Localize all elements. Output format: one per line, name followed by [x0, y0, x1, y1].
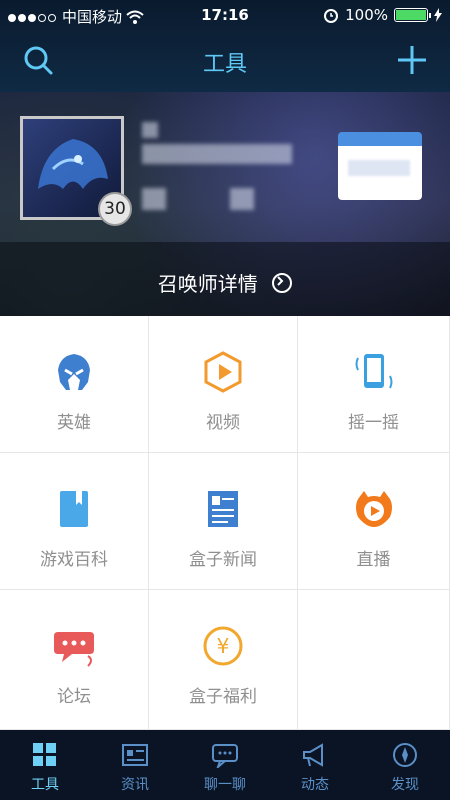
tool-live[interactable]: 直播	[298, 453, 450, 590]
tool-hero[interactable]: 英雄	[0, 316, 149, 453]
tab-discover[interactable]: 发现	[360, 730, 450, 800]
live-stream-icon	[355, 491, 392, 527]
summoner-stats-redacted	[142, 188, 166, 210]
summoner-info-redacted	[142, 144, 292, 164]
tool-label: 英雄	[57, 413, 91, 433]
summoner-name-redacted	[142, 122, 158, 138]
tool-label: 视频	[206, 413, 240, 433]
status-bar: 中国移动 17:16 100%	[0, 0, 450, 30]
profile-card-icon[interactable]	[338, 132, 422, 200]
tool-forum[interactable]: 论坛	[0, 590, 149, 730]
level-badge: 30	[98, 192, 132, 226]
tab-label: 工具	[31, 777, 59, 793]
tool-empty-cell	[298, 590, 450, 730]
plus-icon[interactable]	[396, 44, 428, 76]
forum-chat-icon	[54, 632, 94, 667]
tool-shake[interactable]: 摇一摇	[298, 316, 450, 453]
tab-label: 发现	[391, 777, 419, 793]
tab-tools[interactable]: 工具	[0, 730, 90, 800]
page-title: 工具	[202, 52, 247, 77]
tool-label: 游戏百科	[40, 550, 108, 570]
shake-phone-icon	[355, 354, 392, 389]
svg-text:¥: ¥	[217, 634, 230, 658]
tool-label: 论坛	[57, 687, 91, 707]
megaphone-icon	[303, 743, 323, 767]
alarm-icon	[324, 9, 339, 23]
summoner-details-label: 召唤师详情	[157, 272, 258, 296]
tool-label: 摇一摇	[348, 413, 399, 433]
header: 中国移动 17:16 100% 工具	[0, 0, 450, 92]
tab-label: 资讯	[121, 777, 149, 793]
battery-percent: 100%	[345, 6, 388, 24]
tab-feed[interactable]: 动态	[270, 730, 360, 800]
summoner-stats-redacted	[230, 188, 254, 210]
tab-chat[interactable]: 聊一聊	[180, 730, 270, 800]
charging-icon	[434, 8, 442, 22]
navbar: 工具	[0, 30, 450, 92]
video-hexagon-icon	[204, 351, 242, 393]
tool-label: 直播	[356, 550, 391, 570]
tab-bar: 工具 资讯 聊一聊 动态 发现	[0, 730, 450, 800]
encyclopedia-book-icon	[60, 491, 88, 527]
tool-video[interactable]: 视频	[149, 316, 298, 453]
profile-banner[interactable]: 30 召唤师详情	[0, 92, 450, 316]
tab-news[interactable]: 资讯	[90, 730, 180, 800]
chevron-right-icon	[272, 273, 293, 293]
battery-icon	[394, 8, 431, 22]
tab-label: 动态	[301, 777, 329, 793]
tool-welfare[interactable]: ¥ 盒子福利	[149, 590, 298, 730]
news-document-icon	[208, 491, 238, 527]
tool-label: 盒子福利	[189, 687, 257, 707]
tool-label: 盒子新闻	[189, 550, 257, 570]
summoner-details-link[interactable]: 召唤师详情	[0, 242, 450, 316]
tool-grid: 英雄 视频 摇一摇 游戏百科 盒子新闻 直播 论坛 ¥ 盒子福利	[0, 316, 450, 730]
yuan-coin-icon: ¥	[203, 626, 243, 666]
tool-news[interactable]: 盒子新闻	[149, 453, 298, 590]
hero-helmet-icon	[58, 354, 90, 390]
tool-encyclopedia[interactable]: 游戏百科	[0, 453, 149, 590]
tab-label: 聊一聊	[204, 777, 246, 793]
tools-grid-icon	[33, 743, 56, 766]
news-card-icon	[122, 744, 148, 766]
compass-icon	[393, 743, 417, 767]
chat-bubble-icon	[212, 744, 238, 768]
